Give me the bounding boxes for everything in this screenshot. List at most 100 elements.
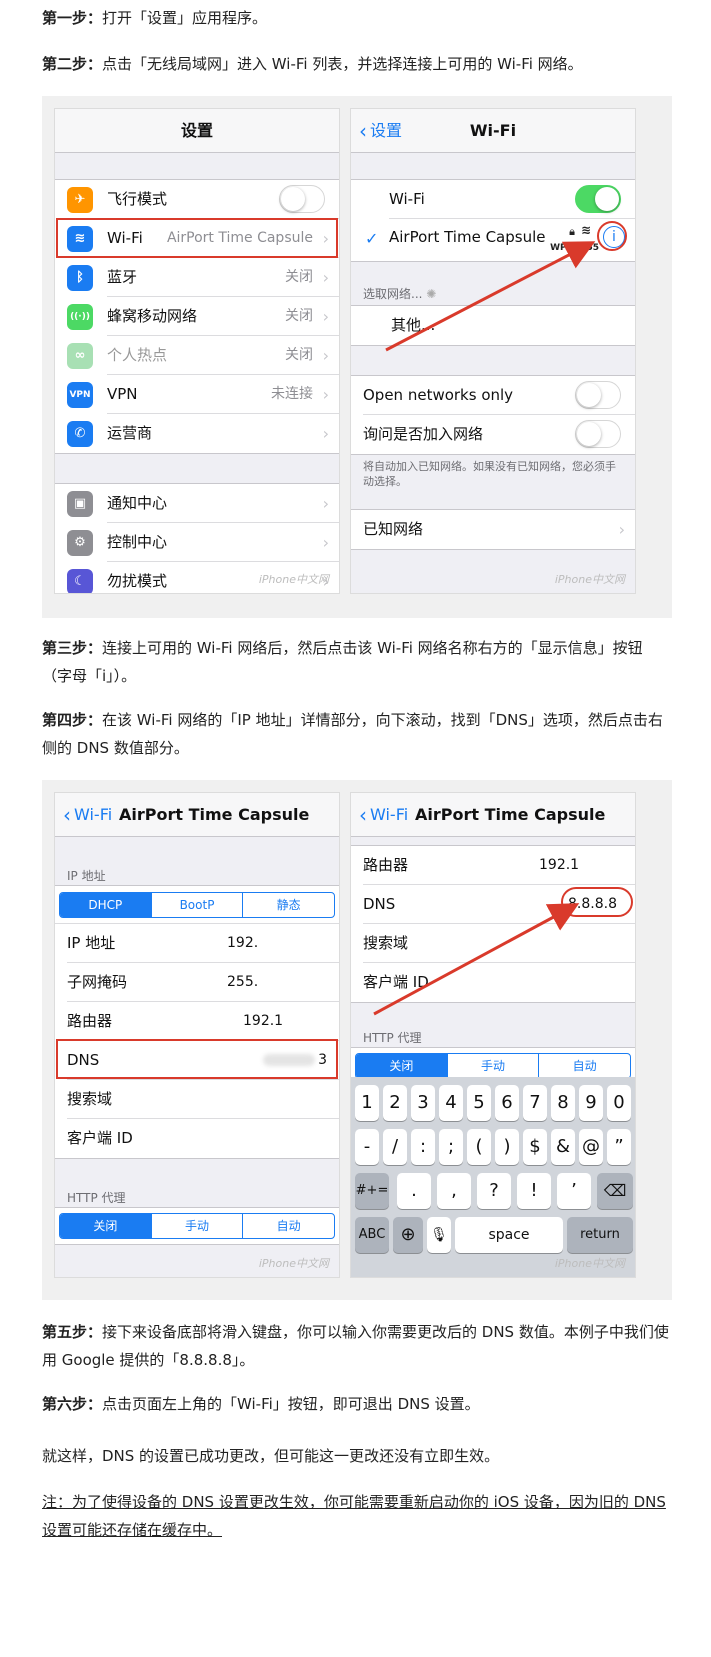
chevron-right-icon: ›	[618, 520, 625, 539]
dns-row[interactable]: 路由器 192.1	[363, 846, 635, 885]
key[interactable]: 7	[523, 1085, 547, 1121]
delete-icon[interactable]: ⌫	[597, 1173, 633, 1209]
key[interactable]: 8	[551, 1085, 575, 1121]
key[interactable]: 4	[439, 1085, 463, 1121]
settings-row[interactable]: ▣ 通知中心 ›	[67, 484, 339, 523]
key[interactable]: )	[495, 1129, 519, 1165]
segment-option[interactable]: 手动	[150, 1214, 243, 1238]
ip-row[interactable]: 客户端 ID	[67, 1119, 339, 1158]
segment-option[interactable]: BootP	[150, 893, 243, 917]
key[interactable]: !	[517, 1173, 551, 1209]
settings-row-label: 勿扰模式	[107, 572, 168, 590]
settings-row[interactable]: ((·)) 蜂窝移动网络 关闭 ›	[67, 297, 339, 336]
settings-row[interactable]: ✈ 飞行模式	[67, 180, 339, 219]
http-proxy-header: HTTP 代理	[67, 1191, 126, 1205]
segment-option[interactable]: DHCP	[60, 893, 151, 917]
other-row[interactable]: 其他...	[391, 306, 635, 345]
back-label: Wi-Fi	[74, 805, 113, 824]
settings-row-label: 控制中心	[107, 533, 168, 551]
microphone-icon[interactable]: 🎙︎	[427, 1217, 451, 1253]
key[interactable]: :	[411, 1129, 435, 1165]
key[interactable]: ;	[439, 1129, 463, 1165]
key[interactable]: 9	[579, 1085, 603, 1121]
back-button[interactable]: ‹ Wi-Fi	[63, 793, 112, 837]
wifi-navbar: ‹ 设置 Wi-Fi	[351, 109, 635, 153]
segment-option[interactable]: 关闭	[60, 1214, 151, 1238]
segment-option[interactable]: 自动	[538, 1054, 630, 1078]
key[interactable]: ”	[607, 1129, 631, 1165]
settings-row-label: 蜂窝移动网络	[107, 307, 198, 325]
notification-icon: ▣	[67, 491, 93, 517]
dns-row[interactable]: 客户端 ID	[363, 963, 635, 1002]
dns-row[interactable]: 搜索域	[363, 924, 635, 963]
key[interactable]: /	[383, 1129, 407, 1165]
key[interactable]: 1	[355, 1085, 379, 1121]
dns-title: AirPort Time Capsule	[415, 805, 606, 824]
ip-row[interactable]: 子网掩码 255.	[67, 963, 339, 1002]
ip-row[interactable]: IP 地址 192.	[67, 924, 339, 963]
screenshot-panel-2: ‹ Wi-Fi AirPort Time Capsule IP 地址 DHCP Bo…	[42, 780, 672, 1300]
watermark: iPhone中文网	[554, 573, 625, 586]
settings-row-label: 蓝牙	[107, 268, 138, 286]
ip-row[interactable]: 搜索域	[67, 1080, 339, 1119]
settings-row[interactable]: ⚙ 控制中心 ›	[67, 523, 339, 562]
moon-icon: ☾	[67, 569, 93, 593]
step-4-label: 第四步：	[42, 711, 103, 729]
key[interactable]: 6	[495, 1085, 519, 1121]
key[interactable]: &	[551, 1129, 575, 1165]
settings-row-value: 关闭	[285, 269, 313, 285]
open-only-toggle[interactable]	[575, 381, 621, 409]
key[interactable]: ?	[477, 1173, 511, 1209]
network-row[interactable]: ✓ AirPort Time Capsule 🔒︎ ≋ WPA2 -55 i	[363, 219, 635, 261]
key[interactable]: 5	[467, 1085, 491, 1121]
key[interactable]: 2	[383, 1085, 407, 1121]
step-3-label: 第三步：	[42, 639, 103, 657]
segment-option[interactable]: 手动	[446, 1054, 539, 1078]
choose-network-label: 选取网络...	[363, 287, 423, 301]
phone-icon: ✆	[67, 421, 93, 447]
settings-row-label: 个人热点	[107, 346, 168, 364]
key[interactable]: $	[523, 1129, 547, 1165]
symbols-key[interactable]: #+=	[355, 1173, 389, 1209]
ip-row[interactable]: 路由器 192.1	[67, 1002, 339, 1041]
segment-option[interactable]: 静态	[242, 893, 334, 917]
ip-title: AirPort Time Capsule	[119, 805, 310, 824]
settings-row-value: 关闭	[285, 347, 313, 363]
settings-row[interactable]: ᛒ 蓝牙 关闭 ›	[67, 258, 339, 297]
dns-row-label: 路由器	[363, 856, 409, 874]
settings-row[interactable]: ✆ 运营商 ›	[67, 414, 339, 453]
key[interactable]: 0	[607, 1085, 631, 1121]
key[interactable]: .	[397, 1173, 431, 1209]
space-key[interactable]: space	[455, 1217, 563, 1253]
chevron-left-icon: ‹	[359, 803, 367, 827]
wifi-toggle-row: Wi-Fi	[389, 180, 635, 219]
key[interactable]: (	[467, 1129, 491, 1165]
globe-icon[interactable]: ⊕	[393, 1217, 423, 1253]
wifi-toggle[interactable]	[575, 185, 621, 213]
segment-option[interactable]: 自动	[242, 1214, 334, 1238]
spinner-icon: ✺	[426, 287, 437, 301]
ask-join-toggle[interactable]	[575, 420, 621, 448]
return-key[interactable]: return	[567, 1217, 633, 1253]
segment-option[interactable]: 关闭	[356, 1054, 447, 1078]
key[interactable]: 3	[411, 1085, 435, 1121]
known-networks-row[interactable]: 已知网络 ›	[363, 510, 635, 549]
back-button[interactable]: ‹ Wi-Fi	[359, 793, 408, 837]
wifi-signal-icon: ≋	[580, 223, 591, 237]
http-group: 关闭 手动 自动	[55, 1207, 339, 1245]
step-6-label: 第六步：	[42, 1395, 103, 1413]
conclusion: 就这样，DNS 的设置已成功更改，但可能这一更改还没有立即生效。	[42, 1447, 500, 1465]
step-2-label: 第二步：	[42, 55, 103, 73]
abc-key[interactable]: ABC	[355, 1217, 389, 1253]
key[interactable]: ’	[557, 1173, 591, 1209]
key[interactable]: @	[579, 1129, 603, 1165]
key[interactable]: -	[355, 1129, 379, 1165]
key[interactable]: ,	[437, 1173, 471, 1209]
ip-row-value: 192.1	[243, 1013, 284, 1029]
wifi-screen: ‹ 设置 Wi-Fi Wi-Fi ✓ AirPort Time Capsule 🔒…	[350, 108, 636, 594]
security-label: WPA2	[550, 243, 579, 253]
watermark: iPhone中文网	[554, 1257, 625, 1270]
settings-row[interactable]: VPN VPN 未连接 ›	[67, 375, 339, 414]
airplane-toggle[interactable]	[279, 185, 325, 213]
settings-row[interactable]: ∞ 个人热点 关闭 ›	[67, 336, 339, 375]
